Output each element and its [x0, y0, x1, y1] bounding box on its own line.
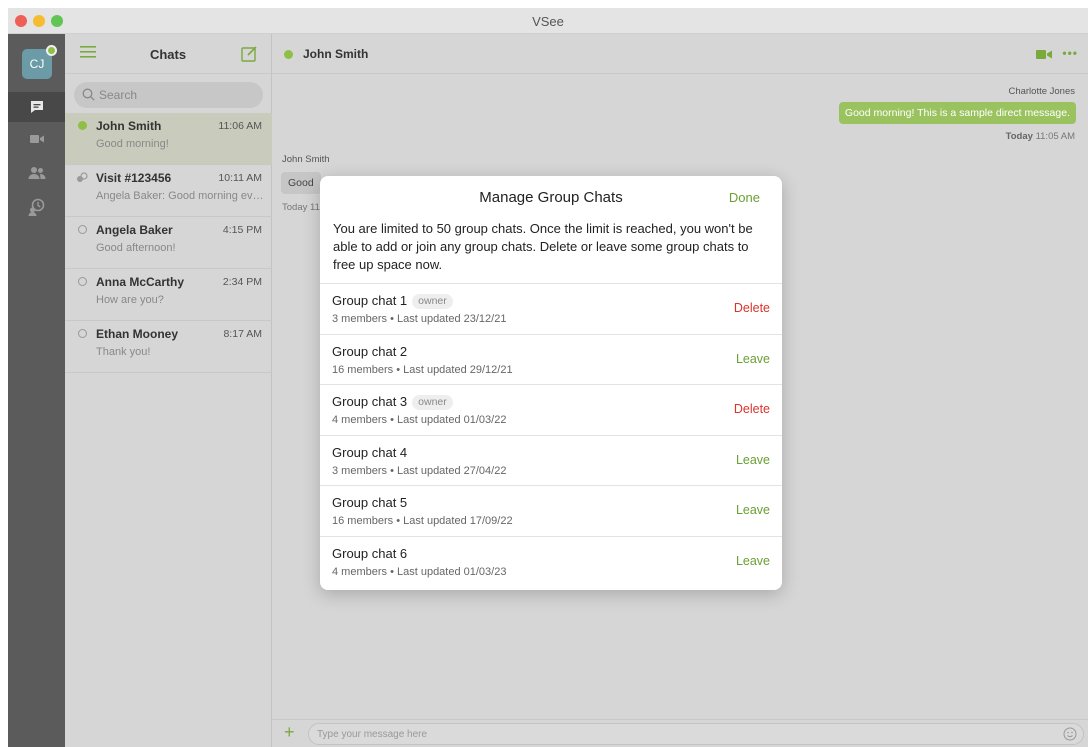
chat-time: 2:34 PM: [222, 276, 262, 288]
leave-button[interactable]: Leave: [736, 453, 770, 467]
list-item[interactable]: Ethan Mooney 8:17 AM Thank you!: [65, 321, 272, 373]
group-chat-meta: 4 members • Last updated 01/03/22: [332, 414, 507, 426]
message-placeholder: Type your message here: [317, 729, 428, 740]
leave-button[interactable]: Leave: [736, 503, 770, 517]
window-titlebar: VSee: [8, 8, 1088, 34]
group-chat-name-line: Group chat 4: [332, 445, 407, 460]
conversation-header: John Smith •••: [272, 34, 1088, 74]
group-icon: [77, 172, 88, 182]
chat-time: 4:15 PM: [222, 224, 262, 236]
chat-preview: Good morning!: [96, 138, 169, 150]
dialog-description: You are limited to 50 group chats. Once …: [333, 221, 753, 272]
camera-icon[interactable]: [1036, 49, 1052, 60]
group-chat-name-line: Group chat 6: [332, 546, 407, 561]
chat-preview: Thank you!: [96, 346, 151, 358]
group-chat-row: Group chat 3 owner 4 members • Last updat…: [320, 384, 782, 435]
chat-name: Anna McCarthy: [96, 275, 185, 289]
conversation-title: John Smith: [303, 47, 369, 61]
compose-icon[interactable]: [241, 45, 258, 62]
video-icon: [29, 135, 44, 143]
chat-list-header: Chats: [65, 34, 271, 74]
chat-preview: Angela Baker: Good morning everyone: [96, 190, 266, 202]
group-chat-row: Group chat 5 16 members • Last updated 1…: [320, 485, 782, 536]
group-chat-name: Group chat 3: [332, 394, 408, 409]
group-chat-name-line: Group chat 2: [332, 344, 407, 359]
group-chat-meta: 16 members • Last updated 29/12/21: [332, 363, 513, 376]
group-chat-row: Group chat 2 16 members • Last updated 2…: [320, 333, 782, 385]
manage-group-chats-dialog: Manage Group Chats Done You are limited …: [320, 176, 782, 590]
plus-icon[interactable]: +: [284, 722, 295, 743]
contacts-icon: [28, 167, 45, 179]
nav-history[interactable]: [8, 192, 65, 222]
chat-list: John Smith 11:06 AM Good morning! Visit …: [65, 113, 272, 373]
message-sender: Charlotte Jones: [1008, 86, 1075, 97]
message-bubble-incoming: Good: [281, 172, 321, 194]
owner-badge: owner: [412, 294, 453, 309]
window-title: VSee: [532, 14, 564, 29]
group-chat-name-line: Group chat 3 owner: [332, 394, 453, 410]
chat-name: Visit #123456: [96, 171, 172, 185]
group-chat-list: Group chat 1 owner 3 members • Last updat…: [320, 283, 782, 586]
group-chat-meta: 3 members • Last updated 23/12/21: [332, 313, 507, 325]
chat-icon: [30, 101, 43, 113]
search-placeholder: Search: [99, 88, 138, 102]
list-item[interactable]: Anna McCarthy 2:34 PM How are you?: [65, 269, 272, 321]
offline-status-icon: [78, 329, 87, 338]
group-chat-row: Group chat 1 owner 3 members • Last updat…: [320, 283, 782, 334]
group-chat-name: Group chat 2: [332, 343, 408, 359]
offline-status-icon: [78, 277, 87, 286]
nav-calls[interactable]: [8, 124, 65, 154]
chat-name: Angela Baker: [96, 223, 173, 237]
chat-list-panel: Chats Search John Smith 11:06 AM Good mo…: [65, 34, 272, 747]
group-chat-row: Group chat 6 4 members • Last updated 01…: [320, 535, 782, 587]
timestamp-time: 11:05 AM: [1035, 131, 1075, 142]
chat-time: 10:11 AM: [218, 172, 262, 184]
nav-contacts[interactable]: [8, 158, 65, 188]
nav-rail: CJ: [8, 34, 65, 747]
message-bubble-outgoing: Good morning! This is a sample direct me…: [838, 102, 1076, 124]
message-input[interactable]: Type your message here: [308, 723, 1084, 745]
search-icon: [82, 88, 95, 101]
online-status-icon: [284, 50, 293, 59]
more-icon[interactable]: •••: [1062, 46, 1078, 60]
group-chat-name: Group chat 5: [332, 495, 408, 510]
chat-name: Ethan Mooney: [96, 327, 179, 341]
group-chat-meta: 4 members • Last updated 01/03/23: [332, 565, 507, 578]
leave-button[interactable]: Leave: [736, 352, 770, 366]
offline-status-icon: [78, 225, 87, 234]
message-composer: + Type your message here: [272, 719, 1088, 747]
group-chat-row: Group chat 4 3 members • Last updated 27…: [320, 434, 782, 486]
history-icon: [28, 198, 44, 216]
presence-dot: [46, 45, 57, 56]
message-sender: John Smith: [282, 154, 330, 165]
message-timestamp: Today 11: [282, 202, 320, 213]
owner-badge: owner: [412, 395, 453, 410]
chat-time: 8:17 AM: [223, 328, 262, 340]
timestamp-day: Today: [1005, 131, 1033, 142]
group-chat-name: Group chat 4: [332, 444, 408, 460]
chat-preview: Good afternoon!: [96, 242, 176, 254]
chat-time: 11:06 AM: [218, 120, 262, 132]
group-chat-name: Group chat 6: [332, 545, 408, 561]
leave-button[interactable]: Leave: [736, 554, 770, 568]
group-chat-meta: 3 members • Last updated 27/04/22: [332, 464, 507, 477]
message-timestamp: Today 11:05 AM: [1006, 131, 1075, 142]
emoji-icon[interactable]: [1063, 727, 1077, 741]
chat-preview: How are you?: [96, 294, 164, 306]
delete-button[interactable]: Delete: [734, 402, 770, 416]
group-chat-name-line: Group chat 5: [332, 495, 407, 510]
dialog-title: Manage Group Chats: [479, 189, 623, 206]
done-button[interactable]: Done: [729, 190, 760, 205]
delete-button[interactable]: Delete: [734, 301, 770, 315]
list-item[interactable]: John Smith 11:06 AM Good morning!: [65, 113, 272, 165]
group-chat-name: Group chat 1: [332, 293, 408, 308]
list-item[interactable]: Angela Baker 4:15 PM Good afternoon!: [65, 217, 272, 269]
group-chat-meta: 16 members • Last updated 17/09/22: [332, 515, 513, 527]
nav-chats[interactable]: [8, 92, 65, 122]
list-item[interactable]: Visit #123456 10:11 AM Angela Baker: Goo…: [65, 165, 272, 217]
group-chat-name-line: Group chat 1 owner: [332, 293, 453, 309]
search-input[interactable]: Search: [74, 82, 263, 108]
online-status-icon: [78, 121, 87, 130]
chat-name: John Smith: [96, 119, 162, 133]
